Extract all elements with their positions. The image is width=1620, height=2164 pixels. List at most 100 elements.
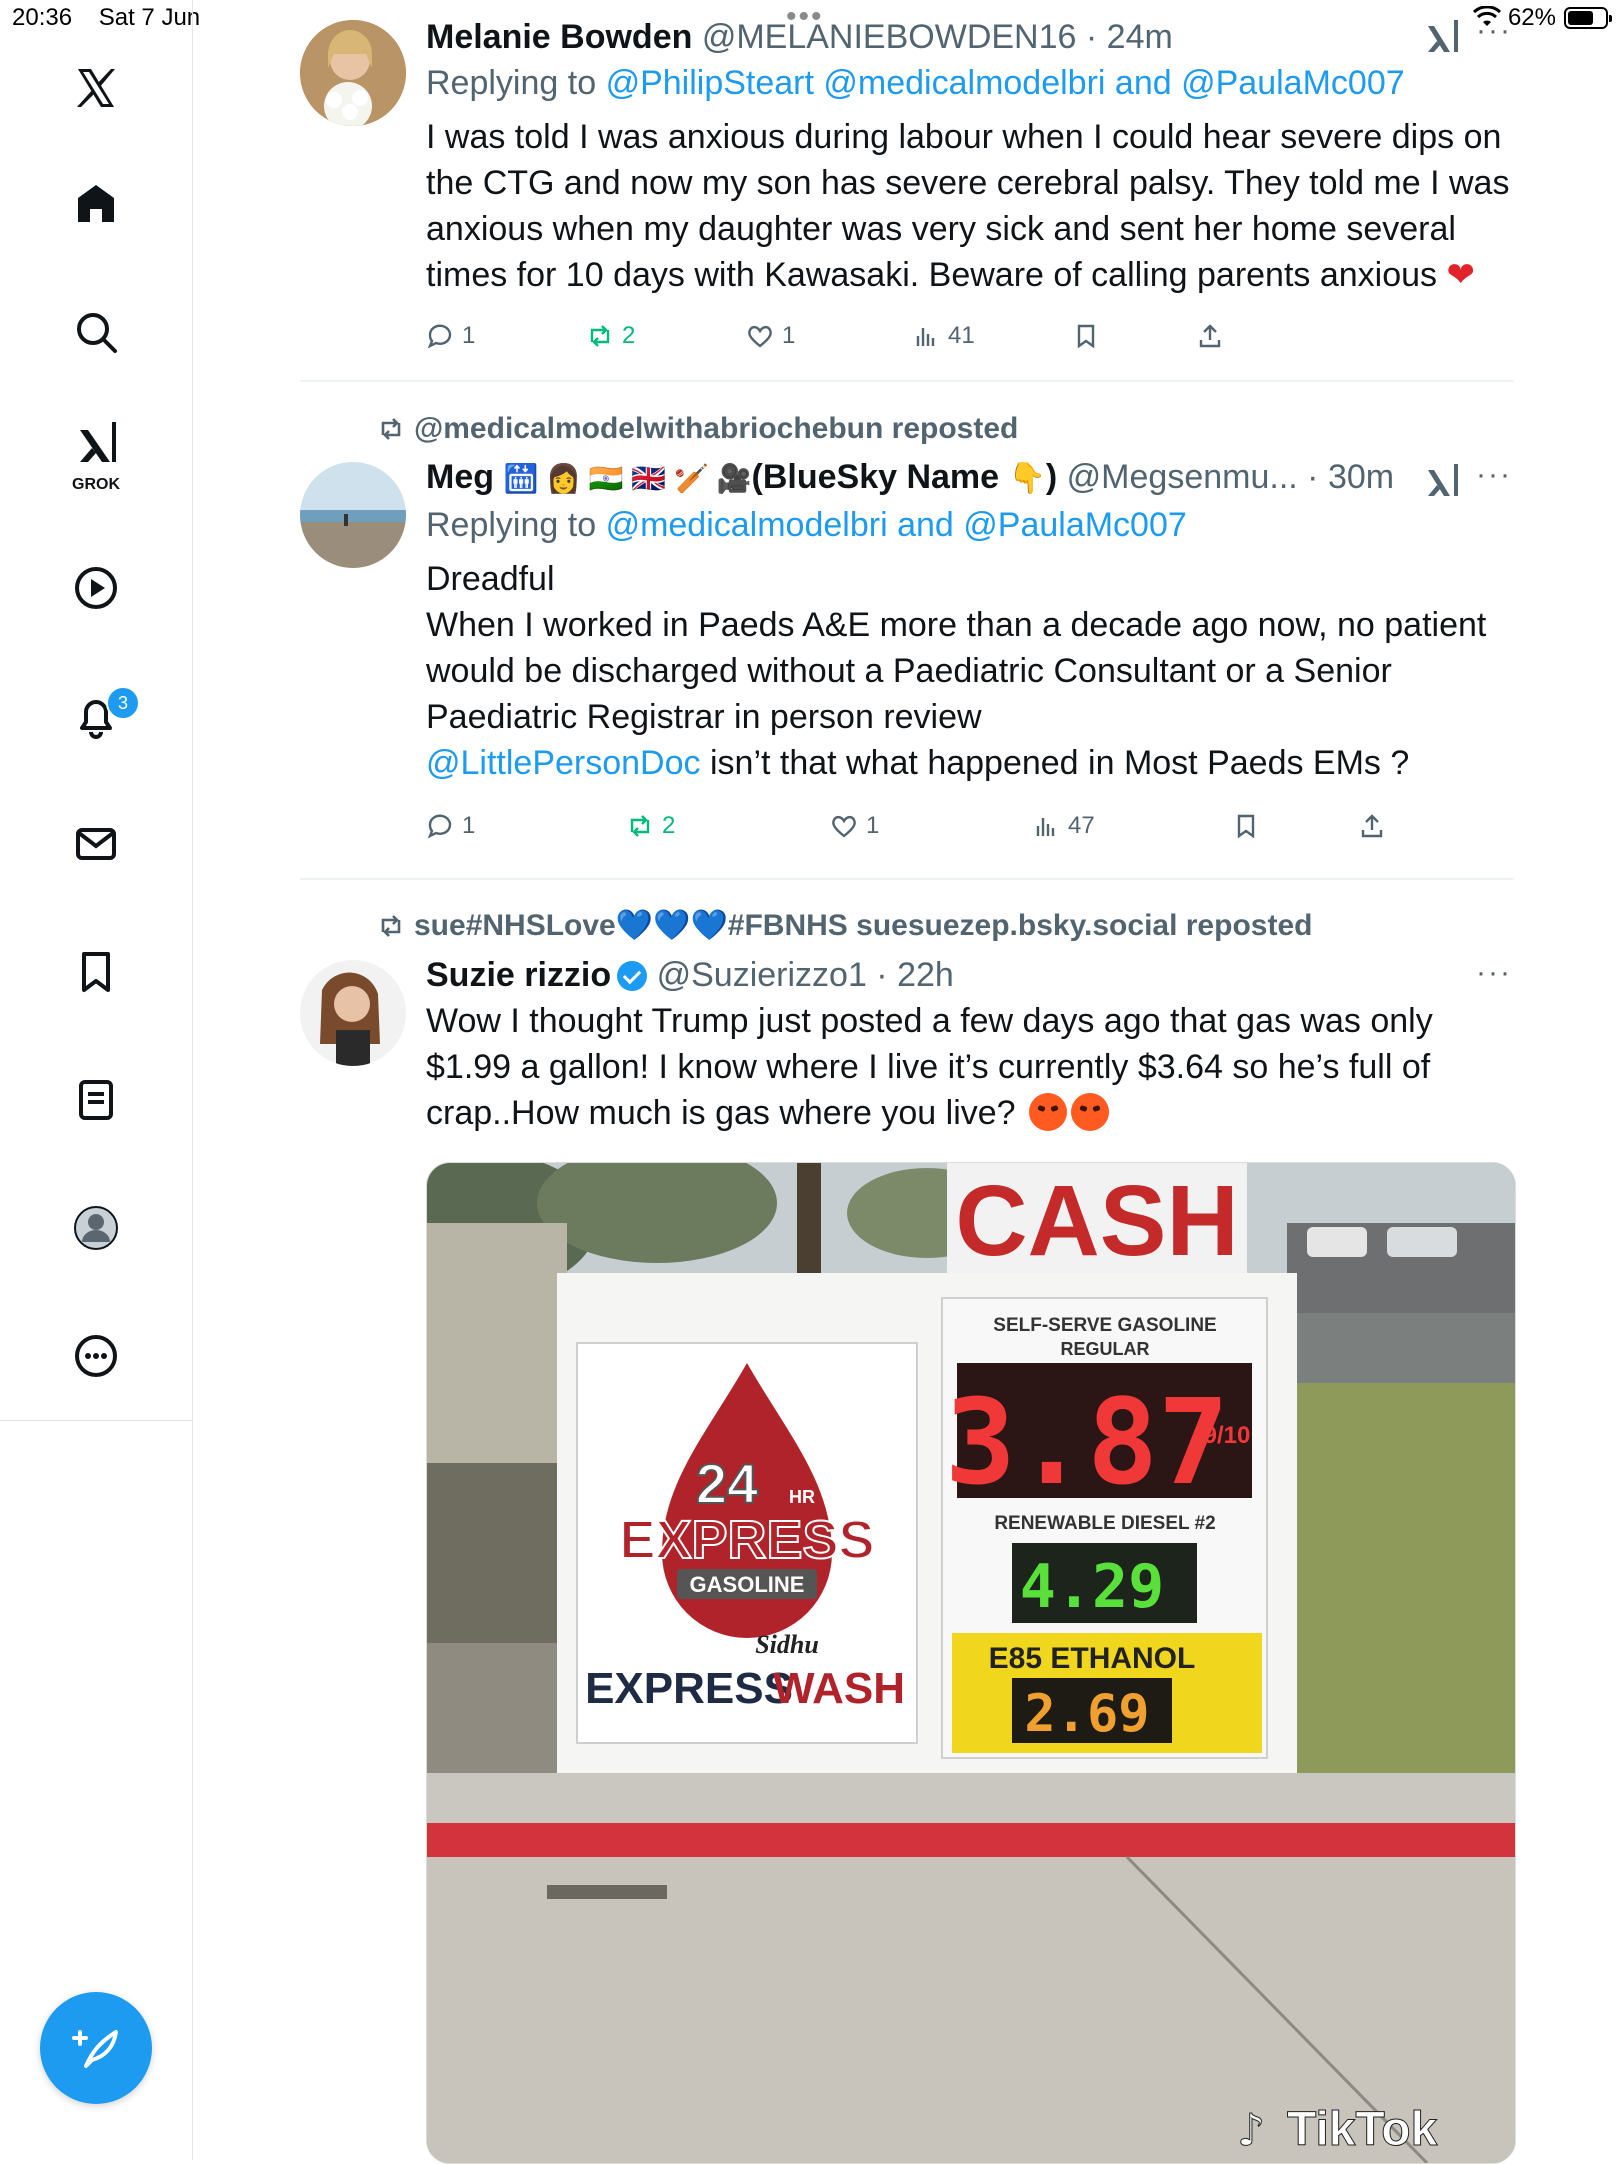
share-icon xyxy=(1361,814,1383,838)
reply-button[interactable]: 1 xyxy=(426,812,475,840)
share-button[interactable] xyxy=(1358,812,1386,845)
price-e85-text: 2.69 xyxy=(1024,1684,1149,1744)
author-name[interactable]: Suzie rizzio xyxy=(426,956,611,994)
repost-icon xyxy=(590,325,610,347)
tweet-header: Meg 🛗 👩 🇮🇳 🇬🇧 🏏 🎥(BlueSky Name 👇) @Megse… xyxy=(426,458,1395,496)
grok-icon[interactable] xyxy=(56,410,136,474)
label-gasoline-text: SELF-SERVE GASOLINE xyxy=(993,1315,1216,1336)
video-icon[interactable] xyxy=(56,548,136,628)
views-icon xyxy=(1036,818,1055,836)
label-e85-text: E85 ETHANOL xyxy=(989,1642,1196,1675)
repost-button[interactable]: 2 xyxy=(626,812,675,840)
tweet-time[interactable]: 22h xyxy=(897,956,954,994)
compose-icon xyxy=(72,2030,118,2068)
tweet-text-line: When I worked in Paeds A&E more than a d… xyxy=(426,606,1487,736)
like-icon xyxy=(832,815,856,838)
price-diesel-text: 4.29 xyxy=(1020,1552,1165,1622)
more-icon[interactable] xyxy=(56,1316,136,1396)
brand-24-text: 24 xyxy=(696,1452,758,1515)
views-button[interactable]: 41 xyxy=(912,322,975,350)
more-options-icon[interactable]: ··· xyxy=(1474,956,1514,990)
bookmark-button[interactable] xyxy=(1072,322,1100,350)
repost-label: @medicalmodelwithabriochebun reposted xyxy=(414,412,1019,445)
like-button[interactable]: 1 xyxy=(746,322,795,350)
tweet-text: I was told I was anxious during labour w… xyxy=(426,114,1514,298)
home-icon[interactable] xyxy=(56,164,136,244)
grok-analyze-icon[interactable] xyxy=(1422,16,1466,56)
author-handle[interactable]: @MELANIEBOWDEN16 xyxy=(702,18,1077,56)
like-icon xyxy=(748,325,772,348)
tweet-text: Dreadful When I worked in Paeds A&E more… xyxy=(426,556,1514,786)
reply-icon xyxy=(427,814,452,839)
brand-wash-b-text: WASH xyxy=(773,1664,905,1713)
share-button[interactable] xyxy=(1196,322,1224,350)
avatar[interactable] xyxy=(300,20,406,126)
brand-sidhu-text: Sidhu xyxy=(755,1630,819,1659)
avatar[interactable] xyxy=(300,462,406,568)
reply-button[interactable]: 1 xyxy=(426,322,475,350)
more-options-icon[interactable]: ··· xyxy=(1474,14,1514,48)
cash-sign-text: CASH xyxy=(955,1165,1238,1277)
gas-station-photo: CASH 24 HR EXPRESS GASOLINE Sidhu EXPRES… xyxy=(427,1163,1515,2163)
mention-link[interactable]: @PaulaMc007 xyxy=(1181,64,1405,102)
tweet-actions: 1 2 1 41 xyxy=(426,322,1226,362)
views-icon xyxy=(916,328,935,346)
replying-label: Replying to xyxy=(426,506,597,544)
repost-icon xyxy=(381,418,401,440)
view-count: 41 xyxy=(948,322,975,349)
compose-button[interactable] xyxy=(40,1992,152,2104)
like-button[interactable]: 1 xyxy=(830,812,879,840)
author-handle[interactable]: @Megsenmu... xyxy=(1067,458,1298,496)
bookmark-button[interactable] xyxy=(1232,812,1260,840)
messages-icon[interactable] xyxy=(56,804,136,884)
author-name[interactable]: Melanie Bowden xyxy=(426,18,692,56)
sidebar: GROK 3 xyxy=(0,0,193,2160)
mention-link[interactable]: @medicalmodelbri xyxy=(606,506,888,544)
replying-to: Replying to @PhilipSteart @medicalmodelb… xyxy=(426,62,1514,104)
battery-percent: 62% xyxy=(1507,4,1556,31)
tweet-text-content: I was told I was anxious during labour w… xyxy=(426,118,1510,294)
grok-analyze-icon[interactable] xyxy=(1422,460,1466,500)
brand-gasoline-text: GASOLINE xyxy=(690,1572,805,1597)
bookmark-icon xyxy=(1077,324,1095,349)
tweet-text-line: Dreadful xyxy=(426,560,555,598)
profile-icon[interactable] xyxy=(56,1188,136,1268)
view-count: 47 xyxy=(1068,812,1095,839)
reply-icon xyxy=(427,324,452,349)
brand-hr-text: HR xyxy=(789,1487,815,1507)
more-options-icon[interactable]: ··· xyxy=(1474,458,1514,492)
repost-indicator[interactable]: sue#NHSLove💙💙💙#FBNHS suesuezep.bsky.soci… xyxy=(376,908,1312,943)
author-name-close: ) xyxy=(1045,458,1058,496)
tiktok-watermark-icon: ♪ xyxy=(1237,2105,1265,2156)
tweet-text-line: isn’t that what happened in Most Paeds E… xyxy=(709,744,1410,782)
author-name[interactable]: Meg xyxy=(426,458,494,496)
tweet-divider xyxy=(300,380,1514,382)
flag-emojis-icon: 🛗 👩 🇮🇳 🇬🇧 🏏 🎥 xyxy=(503,463,752,494)
mention-link[interactable]: @LittlePersonDoc xyxy=(426,744,701,782)
price-regular-text: 3.87 xyxy=(945,1373,1229,1511)
avatar[interactable] xyxy=(300,960,406,1066)
bookmarks-icon[interactable] xyxy=(56,932,136,1012)
repost-button[interactable]: 2 xyxy=(586,322,635,350)
tweet-time[interactable]: 24m xyxy=(1107,18,1173,56)
reply-count: 1 xyxy=(462,322,476,349)
search-icon[interactable] xyxy=(56,292,136,372)
mention-link[interactable]: @PaulaMc007 xyxy=(963,506,1187,544)
repost-indicator[interactable]: @medicalmodelwithabriochebun reposted xyxy=(376,412,1018,446)
tweet-text: Wow I thought Trump just posted a few da… xyxy=(426,998,1514,1136)
grok-label: GROK xyxy=(72,476,120,493)
repost-count: 2 xyxy=(622,322,636,349)
mention-and[interactable]: and xyxy=(1115,64,1172,102)
label-diesel-text: RENEWABLE DIESEL #2 xyxy=(994,1513,1215,1534)
views-button[interactable]: 47 xyxy=(1032,812,1095,840)
lists-icon[interactable] xyxy=(56,1060,136,1140)
mention-and[interactable]: and xyxy=(897,506,954,544)
mention-link[interactable]: @medicalmodelbri xyxy=(823,64,1105,102)
tweet-media-image[interactable]: CASH 24 HR EXPRESS GASOLINE Sidhu EXPRES… xyxy=(426,1162,1516,2164)
brand-wash-a-text: EXPRESS xyxy=(585,1664,793,1713)
mention-link[interactable]: @PhilipSteart xyxy=(606,64,814,102)
tweet-time[interactable]: 30m xyxy=(1328,458,1394,496)
x-logo-icon[interactable] xyxy=(56,48,136,128)
author-handle[interactable]: @Suzierizzo1 xyxy=(657,956,867,994)
repost-count: 2 xyxy=(662,812,676,839)
